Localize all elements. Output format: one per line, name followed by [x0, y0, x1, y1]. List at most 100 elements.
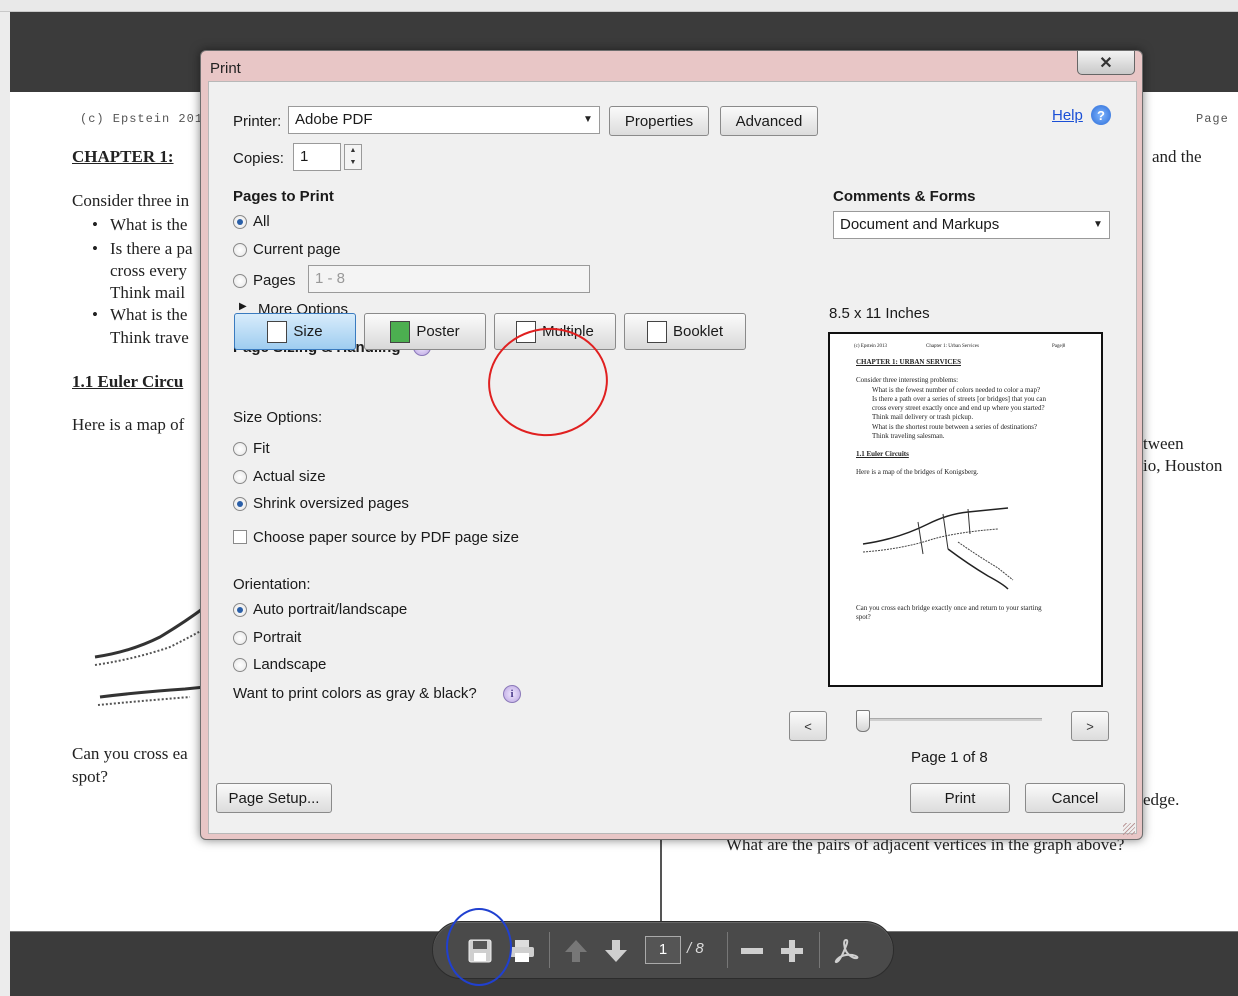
tab-size[interactable]: Size	[234, 313, 356, 350]
bullet-3: What is the	[92, 305, 188, 325]
bullet-2: Is there a pa	[92, 239, 193, 259]
radio-fit-label[interactable]: Fit	[253, 440, 270, 457]
tab-booklet-label: Booklet	[672, 323, 724, 340]
toolbar-separator	[727, 932, 728, 968]
right-text-2: io, Houston	[1143, 456, 1223, 475]
preview-header-left: (c) Epstein 2013	[854, 344, 888, 349]
page-header-left: (c) Epstein 2013	[80, 112, 212, 126]
page-down-icon[interactable]	[599, 934, 633, 968]
radio-portrait-label[interactable]: Portrait	[253, 629, 301, 646]
resize-grip[interactable]	[1123, 823, 1135, 835]
radio-pages-label[interactable]: Pages	[253, 272, 296, 289]
radio-actual-size[interactable]	[233, 470, 247, 484]
printer-value: Adobe PDF	[295, 111, 373, 128]
tab-booklet[interactable]: Booklet	[624, 313, 746, 350]
size-icon	[267, 320, 288, 343]
tab-poster[interactable]: Poster	[364, 313, 486, 350]
radio-portrait[interactable]	[233, 631, 247, 645]
help-icon[interactable]: ?	[1091, 105, 1111, 125]
print-preview: (c) Epstein 2013 Chapter 1: Urban Servic…	[828, 332, 1103, 687]
properties-button[interactable]: Properties	[609, 106, 709, 136]
page-number-input[interactable]: 1	[645, 936, 681, 964]
page-header-right: Page |	[1196, 112, 1238, 126]
right-text-1: tween	[1143, 434, 1184, 453]
page-slider-track[interactable]	[856, 718, 1042, 721]
radio-landscape[interactable]	[233, 658, 247, 672]
radio-auto-orientation[interactable]	[233, 603, 247, 617]
annotation-blue-circle	[446, 908, 512, 986]
copies-input[interactable]: 1	[293, 143, 341, 171]
question-text-2: spot?	[72, 767, 108, 786]
paper-source-checkbox[interactable]	[233, 530, 247, 544]
bullet-1: What is the	[92, 215, 188, 235]
page-slider-thumb[interactable]	[856, 710, 870, 732]
radio-landscape-label[interactable]: Landscape	[253, 656, 326, 673]
pages-to-print-heading: Pages to Print	[233, 188, 334, 205]
chevron-down-icon: ▼	[1093, 219, 1103, 230]
preview-bullet-2b: cross every street exactly once and end …	[872, 404, 1045, 412]
printer-select[interactable]: Adobe PDF ▼	[288, 106, 600, 134]
preview-bullet-1: What is the fewest number of colors need…	[872, 386, 1041, 394]
expand-triangle-icon[interactable]: ▶	[239, 301, 247, 312]
radio-current-page[interactable]	[233, 243, 247, 257]
radio-shrink-label[interactable]: Shrink oversized pages	[253, 495, 409, 512]
paper-size-label: 8.5 x 11 Inches	[829, 305, 930, 322]
orientation-label: Orientation:	[233, 576, 311, 593]
page-indicator: Page 1 of 8	[911, 749, 988, 766]
preview-cross: Can you cross each bridge exactly once a…	[856, 604, 1042, 612]
prev-page-button[interactable]: <	[789, 711, 827, 741]
page-up-icon[interactable]	[559, 934, 593, 968]
chevron-down-icon: ▼	[583, 114, 593, 125]
viewer-left-edge	[0, 12, 10, 996]
stepper-up-icon[interactable]: ▲	[345, 145, 361, 157]
bridge-map-sketch	[94, 605, 209, 706]
acrobat-icon[interactable]	[829, 934, 863, 968]
close-button[interactable]: ✕	[1077, 51, 1135, 75]
preview-header-right: Page|8	[1052, 344, 1066, 349]
comments-value: Document and Markups	[840, 216, 1000, 233]
bullet-3-line-2: Think trave	[110, 328, 189, 347]
preview-spot: spot?	[856, 613, 871, 621]
print-button[interactable]: Print	[910, 783, 1010, 813]
page-total: / 8	[687, 940, 704, 957]
map-caption: Here is a map of	[72, 415, 185, 434]
next-page-button[interactable]: >	[1071, 711, 1109, 741]
section-title: 1.1 Euler Circu	[72, 372, 184, 391]
advanced-button[interactable]: Advanced	[720, 106, 818, 136]
preview-title: CHAPTER 1: URBAN SERVICES	[856, 358, 961, 366]
zoom-out-icon[interactable]	[735, 934, 769, 968]
right-text-edge: edge.	[1143, 790, 1180, 809]
dialog-title: Print	[210, 60, 241, 77]
bullet-2-line-3: Think mail	[110, 283, 186, 302]
copies-label: Copies:	[233, 150, 284, 167]
copies-stepper[interactable]: ▲ ▼	[344, 144, 362, 170]
info-icon[interactable]: i	[503, 685, 521, 703]
chapter-title: CHAPTER 1:	[72, 147, 174, 166]
intro-text: Consider three in	[72, 191, 190, 210]
poster-icon	[390, 320, 411, 343]
radio-shrink[interactable]	[233, 497, 247, 511]
bullet-2-line-2: cross every	[110, 261, 187, 280]
radio-fit[interactable]	[233, 442, 247, 456]
preview-bullet-3: What is the shortest route between a ser…	[872, 423, 1038, 431]
radio-current-page-label[interactable]: Current page	[253, 241, 341, 258]
comments-select[interactable]: Document and Markups ▼	[833, 211, 1110, 239]
paper-source-label[interactable]: Choose paper source by PDF page size	[253, 529, 519, 546]
stepper-down-icon[interactable]: ▼	[345, 157, 361, 169]
toolbar-separator	[549, 932, 550, 968]
graph-line	[660, 838, 662, 928]
radio-all[interactable]	[233, 215, 247, 229]
radio-actual-size-label[interactable]: Actual size	[253, 468, 326, 485]
radio-all-label[interactable]: All	[253, 213, 270, 230]
cancel-button[interactable]: Cancel	[1025, 783, 1125, 813]
preview-bullet-2: Is there a path over a series of streets…	[872, 395, 1046, 403]
preview-header-mid: Chapter 1: Urban Services	[926, 344, 979, 349]
help-link[interactable]: Help	[1052, 107, 1083, 124]
gray-print-question: Want to print colors as gray & black?	[233, 685, 477, 702]
pages-range-input[interactable]: 1 - 8	[308, 265, 590, 293]
radio-pages[interactable]	[233, 274, 247, 288]
radio-auto-orientation-label[interactable]: Auto portrait/landscape	[253, 601, 407, 618]
zoom-in-icon[interactable]	[775, 934, 809, 968]
size-options-label: Size Options:	[233, 409, 323, 426]
page-setup-button[interactable]: Page Setup...	[216, 783, 332, 813]
